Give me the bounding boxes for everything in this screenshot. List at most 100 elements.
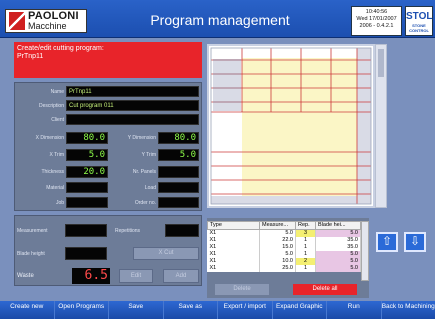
- cell-type: X1: [207, 257, 260, 265]
- cell-rep: 1: [295, 236, 316, 244]
- table-row[interactable]: X1 10.0 2 5.0: [207, 257, 361, 265]
- cell-rep: 1: [295, 243, 316, 251]
- arrow-up-icon: ⇧: [381, 234, 393, 248]
- y-dimension-field[interactable]: 80.0: [158, 132, 199, 144]
- table-header-row: Type Measure... Rep. Blade hei...: [207, 221, 361, 230]
- x-dimension-field[interactable]: 80.0: [66, 132, 108, 144]
- back-to-machining-button[interactable]: Back to Machining: [381, 301, 435, 319]
- cell-blade-height: 35.0: [315, 236, 361, 244]
- move-down-button[interactable]: ⇩: [404, 232, 426, 252]
- save-as-button[interactable]: Save as: [163, 301, 218, 319]
- preview-scrollbar-thumb[interactable]: [378, 49, 384, 77]
- name-field[interactable]: PrTnp11: [66, 86, 199, 97]
- cell-measure: 25.0: [259, 264, 296, 272]
- cell-rep: 3: [295, 229, 316, 237]
- column-header-type[interactable]: Type: [207, 221, 260, 230]
- table-row[interactable]: X1 25.0 1 5.0: [207, 264, 361, 272]
- program-heading: Create/edit cutting program: PrTnp11: [14, 42, 202, 78]
- cut-entry-panel: Measurement Repetitions Blade height X C…: [14, 215, 202, 286]
- cell-blade-height: 5.0: [315, 250, 361, 258]
- table-row[interactable]: X1 5.0 1 5.0: [207, 250, 361, 258]
- measurement-label: Measurement: [17, 228, 48, 234]
- measurement-field[interactable]: [65, 224, 107, 237]
- waste-label: Waste: [17, 273, 34, 279]
- x-trim-label: X Trim: [49, 152, 64, 158]
- nr-panels-label: Nr. Panels: [132, 169, 156, 175]
- brand-logo: PAOLONI Macchine: [5, 9, 87, 33]
- x-trim-field[interactable]: 5.0: [66, 149, 108, 161]
- open-programs-button[interactable]: Open Programs: [54, 301, 109, 319]
- y-trim-field[interactable]: 5.0: [158, 149, 199, 161]
- cell-measure: 22.0: [259, 236, 296, 244]
- clock-version: 2006 - 0.4.2.1: [359, 23, 394, 29]
- cell-type: X1: [207, 264, 260, 272]
- table-row[interactable]: X1 5.0 3 5.0: [207, 229, 361, 237]
- waste-display: 6.5: [72, 268, 110, 284]
- column-header-blade-height[interactable]: Blade hei...: [315, 221, 361, 230]
- delete-button[interactable]: Delete: [215, 284, 269, 295]
- thickness-field[interactable]: 20.0: [66, 166, 108, 178]
- add-button[interactable]: Add: [163, 269, 199, 283]
- nr-panels-field[interactable]: [158, 166, 199, 178]
- blade-height-field[interactable]: [65, 247, 107, 260]
- cell-blade-height: 5.0: [315, 229, 361, 237]
- name-label: Name: [50, 89, 64, 95]
- material-field[interactable]: [66, 182, 108, 193]
- table-row[interactable]: X1 15.0 1 35.0: [207, 243, 361, 251]
- brand-name: PAOLONI: [28, 10, 79, 22]
- job-field[interactable]: [66, 197, 108, 208]
- stol-logo: STOL STONE CONTROL: [405, 6, 433, 36]
- repetitions-field[interactable]: [165, 224, 199, 237]
- cell-rep: 2: [295, 257, 316, 265]
- cell-measure: 15.0: [259, 243, 296, 251]
- program-heading-caption: Create/edit cutting program:: [17, 45, 104, 52]
- y-dimension-label: Y Dimension: [127, 135, 156, 141]
- export-import-button[interactable]: Export / import: [218, 301, 273, 319]
- cut-list-table[interactable]: Type Measure... Rep. Blade hei... X1 5.0…: [207, 221, 361, 272]
- brand-subtitle: Macchine: [28, 21, 67, 31]
- x-cut-button[interactable]: X Cut: [133, 247, 199, 260]
- y-trim-label: Y Trim: [141, 152, 156, 158]
- cell-type: X1: [207, 236, 260, 244]
- load-label: Load: [144, 185, 156, 191]
- cell-blade-height: 5.0: [315, 264, 361, 272]
- cell-measure: 5.0: [259, 250, 296, 258]
- column-header-rep[interactable]: Rep.: [295, 221, 316, 230]
- expand-graphic-button[interactable]: Expand Graphic: [272, 301, 327, 319]
- order-field[interactable]: [158, 197, 199, 208]
- cell-blade-height: 5.0: [315, 257, 361, 265]
- column-header-measure[interactable]: Measure...: [259, 221, 296, 230]
- cell-type: X1: [207, 243, 260, 251]
- description-field[interactable]: Cut program 011: [66, 100, 199, 111]
- cell-rep: 1: [295, 250, 316, 258]
- cut-layout-preview[interactable]: [207, 44, 375, 208]
- client-field[interactable]: [66, 114, 199, 125]
- repetitions-label: Repetitions: [115, 228, 141, 234]
- load-field[interactable]: [158, 182, 199, 193]
- program-heading-name: PrTnp11: [17, 53, 44, 60]
- preview-scrollbar[interactable]: [375, 44, 387, 208]
- table-row[interactable]: X1 22.0 1 35.0: [207, 236, 361, 244]
- arrow-down-icon: ⇩: [409, 234, 421, 248]
- save-button[interactable]: Save: [109, 301, 164, 319]
- blade-height-label: Blade height: [17, 251, 45, 257]
- cut-layout-drawing: [209, 46, 373, 206]
- cell-measure: 5.0: [259, 229, 296, 237]
- program-details-form: Name PrTnp11 Description Cut program 011…: [14, 82, 202, 211]
- job-label: Job: [55, 200, 64, 206]
- cell-type: X1: [207, 229, 260, 237]
- cell-blade-height: 35.0: [315, 243, 361, 251]
- order-label: Order no.: [134, 200, 156, 206]
- table-scrollbar[interactable]: [361, 221, 369, 281]
- edit-button[interactable]: Edit: [119, 269, 153, 283]
- description-label: Description: [38, 103, 64, 109]
- page-title: Program management: [150, 12, 290, 28]
- delete-all-button[interactable]: Delete all: [293, 284, 357, 295]
- cell-measure: 10.0: [259, 257, 296, 265]
- run-button[interactable]: Run: [327, 301, 382, 319]
- client-label: Client: [51, 117, 64, 123]
- move-up-button[interactable]: ⇧: [376, 232, 398, 252]
- clock-date: Wed 17/01/2007: [356, 16, 397, 22]
- cut-list-panel: Type Measure... Rep. Blade hei... X1 5.0…: [207, 218, 369, 298]
- create-new-button[interactable]: Create new: [0, 301, 55, 319]
